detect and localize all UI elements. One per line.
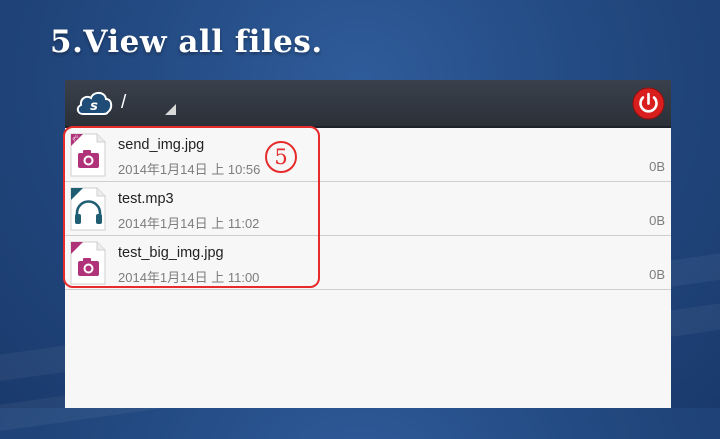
svg-text:s: s	[90, 99, 98, 114]
dropdown-arrow-icon[interactable]	[165, 104, 176, 115]
cloud-logo-icon[interactable]: s	[75, 88, 113, 118]
current-path[interactable]: /	[121, 92, 126, 114]
page-title: 5.View all files.	[50, 24, 323, 60]
power-button[interactable]	[632, 87, 665, 120]
file-size: 0B	[649, 159, 665, 174]
step-number-badge: 5	[265, 141, 297, 173]
toolbar: s /	[65, 80, 671, 128]
file-size: 0B	[649, 213, 665, 228]
file-size: 0B	[649, 267, 665, 282]
